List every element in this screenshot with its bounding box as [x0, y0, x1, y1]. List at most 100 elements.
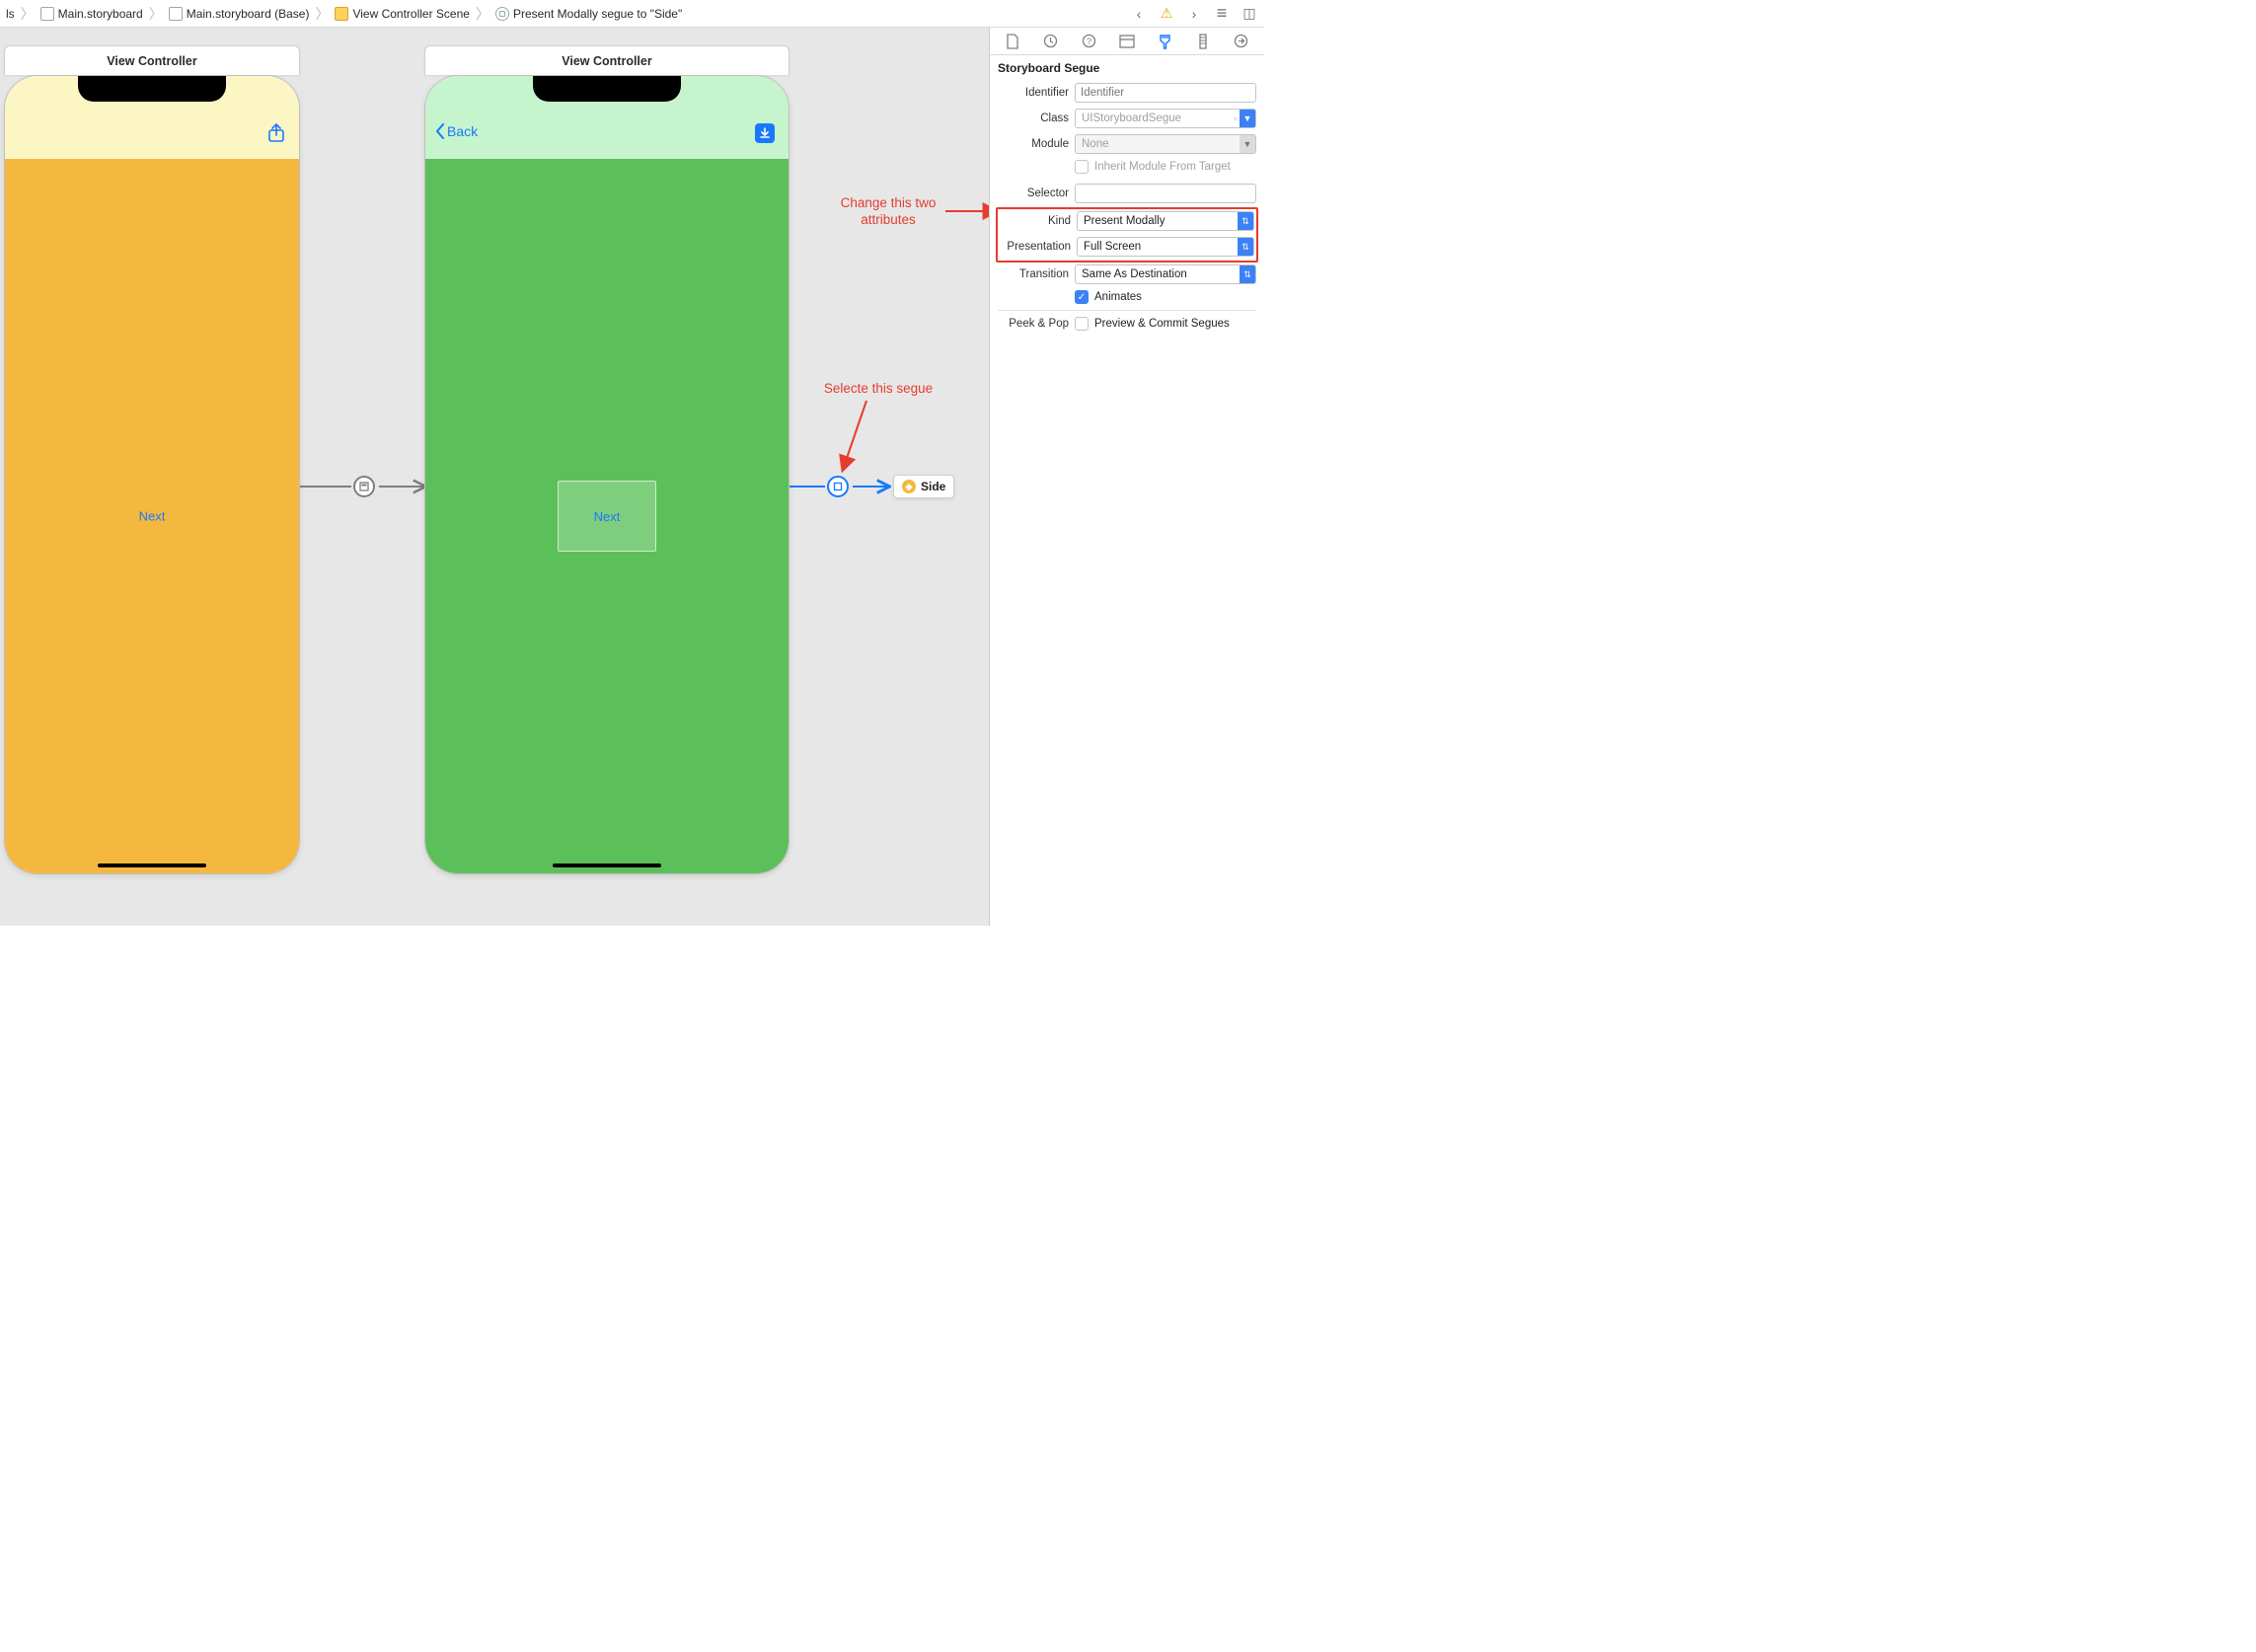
- notch-icon: [78, 76, 226, 102]
- select-caret-icon: ▼: [1240, 110, 1255, 127]
- breadcrumb: ls 〉 Main.storyboard 〉 Main.storyboard (…: [6, 4, 1130, 24]
- tab-connections[interactable]: [1231, 31, 1252, 52]
- row-identifier: Identifier: [998, 83, 1256, 103]
- history-forward-button[interactable]: ›: [1185, 5, 1203, 23]
- segue-node-selected[interactable]: [827, 476, 849, 497]
- identifier-field[interactable]: [1075, 83, 1256, 103]
- inspector-section-title: Storyboard Segue: [990, 55, 1264, 79]
- segue-icon: [495, 7, 509, 21]
- vc1-navbar-area: [5, 76, 299, 159]
- download-icon[interactable]: [755, 123, 775, 143]
- crumb-sep: 〉: [21, 4, 35, 24]
- inherit-label: Inherit Module From Target: [1094, 161, 1231, 173]
- crumb-project[interactable]: ls: [6, 7, 15, 21]
- row-class: Class UIStoryboardSegue ◦ ▼: [998, 109, 1256, 128]
- annotation-highlight-box: Kind Present Modally ⇅ Presentation Full…: [996, 207, 1258, 263]
- reference-icon: ◈: [902, 480, 916, 493]
- storyboard-file-icon: [40, 7, 54, 21]
- transition-select[interactable]: Same As Destination ⇅: [1075, 264, 1256, 284]
- home-indicator-icon: [98, 864, 206, 867]
- vc-title-bar[interactable]: View Controller: [4, 45, 300, 75]
- tab-help[interactable]: ?: [1078, 31, 1099, 52]
- tab-file[interactable]: [1002, 31, 1023, 52]
- annotation-text: Selecte this segue: [824, 381, 933, 396]
- vc-1[interactable]: View Controller Next: [4, 45, 300, 874]
- kind-select[interactable]: Present Modally ⇅: [1077, 211, 1254, 231]
- preview-label: Preview & Commit Segues: [1094, 318, 1230, 330]
- annotation-text: Change this two attributes: [841, 195, 937, 227]
- chevron-right-icon: ›: [1192, 6, 1197, 22]
- share-icon[interactable]: [267, 123, 285, 143]
- crumb-sep: 〉: [476, 4, 489, 24]
- reference-label: Side: [921, 480, 945, 493]
- annotation-select-segue: Selecte this segue: [809, 381, 947, 398]
- clear-icon[interactable]: ◦: [1234, 112, 1238, 125]
- container-view[interactable]: Next: [558, 481, 656, 552]
- crumb-base[interactable]: Main.storyboard (Base): [169, 7, 310, 21]
- home-indicator-icon: [553, 864, 661, 867]
- row-transition: Transition Same As Destination ⇅: [998, 264, 1256, 284]
- svg-text:?: ?: [1087, 37, 1091, 46]
- crumb-label: Present Modally segue to "Side": [513, 7, 682, 21]
- history-back-button[interactable]: ‹: [1130, 5, 1148, 23]
- storyboard-reference[interactable]: ◈ Side: [893, 475, 954, 498]
- tab-history[interactable]: [1040, 31, 1062, 52]
- main-split: View Controller Next: [0, 28, 1264, 926]
- label-peek: Peek & Pop: [998, 318, 1069, 330]
- vc1-main-view[interactable]: Next: [5, 159, 299, 873]
- row-selector: Selector: [998, 184, 1256, 203]
- select-caret-icon: ⇅: [1238, 212, 1253, 230]
- panel-icon: ◫: [1242, 5, 1255, 22]
- vc-title-bar[interactable]: View Controller: [424, 45, 790, 75]
- toggle-panel-button[interactable]: ◫: [1241, 5, 1258, 23]
- label-module: Module: [998, 138, 1069, 150]
- device-frame: Back Next: [424, 75, 790, 874]
- storyboard-canvas[interactable]: View Controller Next: [0, 28, 990, 926]
- crumb-scene[interactable]: View Controller Scene: [335, 7, 470, 21]
- crumb-file[interactable]: Main.storyboard: [40, 7, 143, 21]
- chevron-left-icon: [435, 123, 445, 139]
- segue-node-1[interactable]: [353, 476, 375, 497]
- select-caret-icon: ⇅: [1238, 238, 1253, 256]
- annotation-arrow-2: [837, 401, 876, 480]
- tab-size[interactable]: [1192, 31, 1214, 52]
- separator: [998, 310, 1256, 311]
- device-body: Back Next: [425, 76, 789, 873]
- row-presentation: Presentation Full Screen ⇅: [1000, 237, 1254, 257]
- crumb-segue[interactable]: Present Modally segue to "Side": [495, 7, 682, 21]
- crumb-sep: 〉: [149, 4, 163, 24]
- crumb-sep: 〉: [315, 4, 329, 24]
- crumb-label: Main.storyboard: [58, 7, 143, 21]
- tab-attributes[interactable]: [1155, 31, 1176, 52]
- select-value: UIStoryboardSegue: [1082, 113, 1181, 124]
- select-value: Same As Destination: [1082, 268, 1187, 280]
- animates-checkbox[interactable]: ✓: [1075, 290, 1089, 304]
- label-kind: Kind: [1000, 215, 1071, 227]
- back-label: Back: [447, 123, 478, 139]
- crumb-label: ls: [6, 7, 15, 21]
- inherit-checkbox[interactable]: [1075, 160, 1089, 174]
- module-select[interactable]: None ▼: [1075, 134, 1256, 154]
- tab-identity[interactable]: [1116, 31, 1138, 52]
- label-identifier: Identifier: [998, 87, 1069, 99]
- label-presentation: Presentation: [1000, 241, 1071, 253]
- presentation-select[interactable]: Full Screen ⇅: [1077, 237, 1254, 257]
- issues-button[interactable]: ⚠︎: [1158, 5, 1175, 23]
- select-caret-icon: ▼: [1240, 135, 1255, 153]
- class-select[interactable]: UIStoryboardSegue ◦ ▼: [1075, 109, 1256, 128]
- row-module: Module None ▼: [998, 134, 1256, 154]
- row-animates: ✓ Animates: [998, 290, 1256, 304]
- back-button[interactable]: Back: [435, 123, 478, 139]
- vc-title: View Controller: [562, 54, 651, 68]
- button-label: Next: [594, 509, 621, 524]
- adjust-editor-button[interactable]: ≡: [1213, 5, 1231, 23]
- warning-icon: ⚠︎: [1161, 5, 1173, 22]
- selector-field[interactable]: [1075, 184, 1256, 203]
- vc-2[interactable]: View Controller Back Next: [424, 45, 790, 874]
- preview-checkbox[interactable]: [1075, 317, 1089, 331]
- inspector-panel: ? Storyboard Segue Identifier Class UISt…: [990, 28, 1264, 926]
- annotation-change-attrs: Change this two attributes: [819, 195, 957, 229]
- vc2-main-view[interactable]: Next: [425, 159, 789, 873]
- notch-icon: [533, 76, 681, 102]
- next-button[interactable]: Next: [139, 509, 166, 524]
